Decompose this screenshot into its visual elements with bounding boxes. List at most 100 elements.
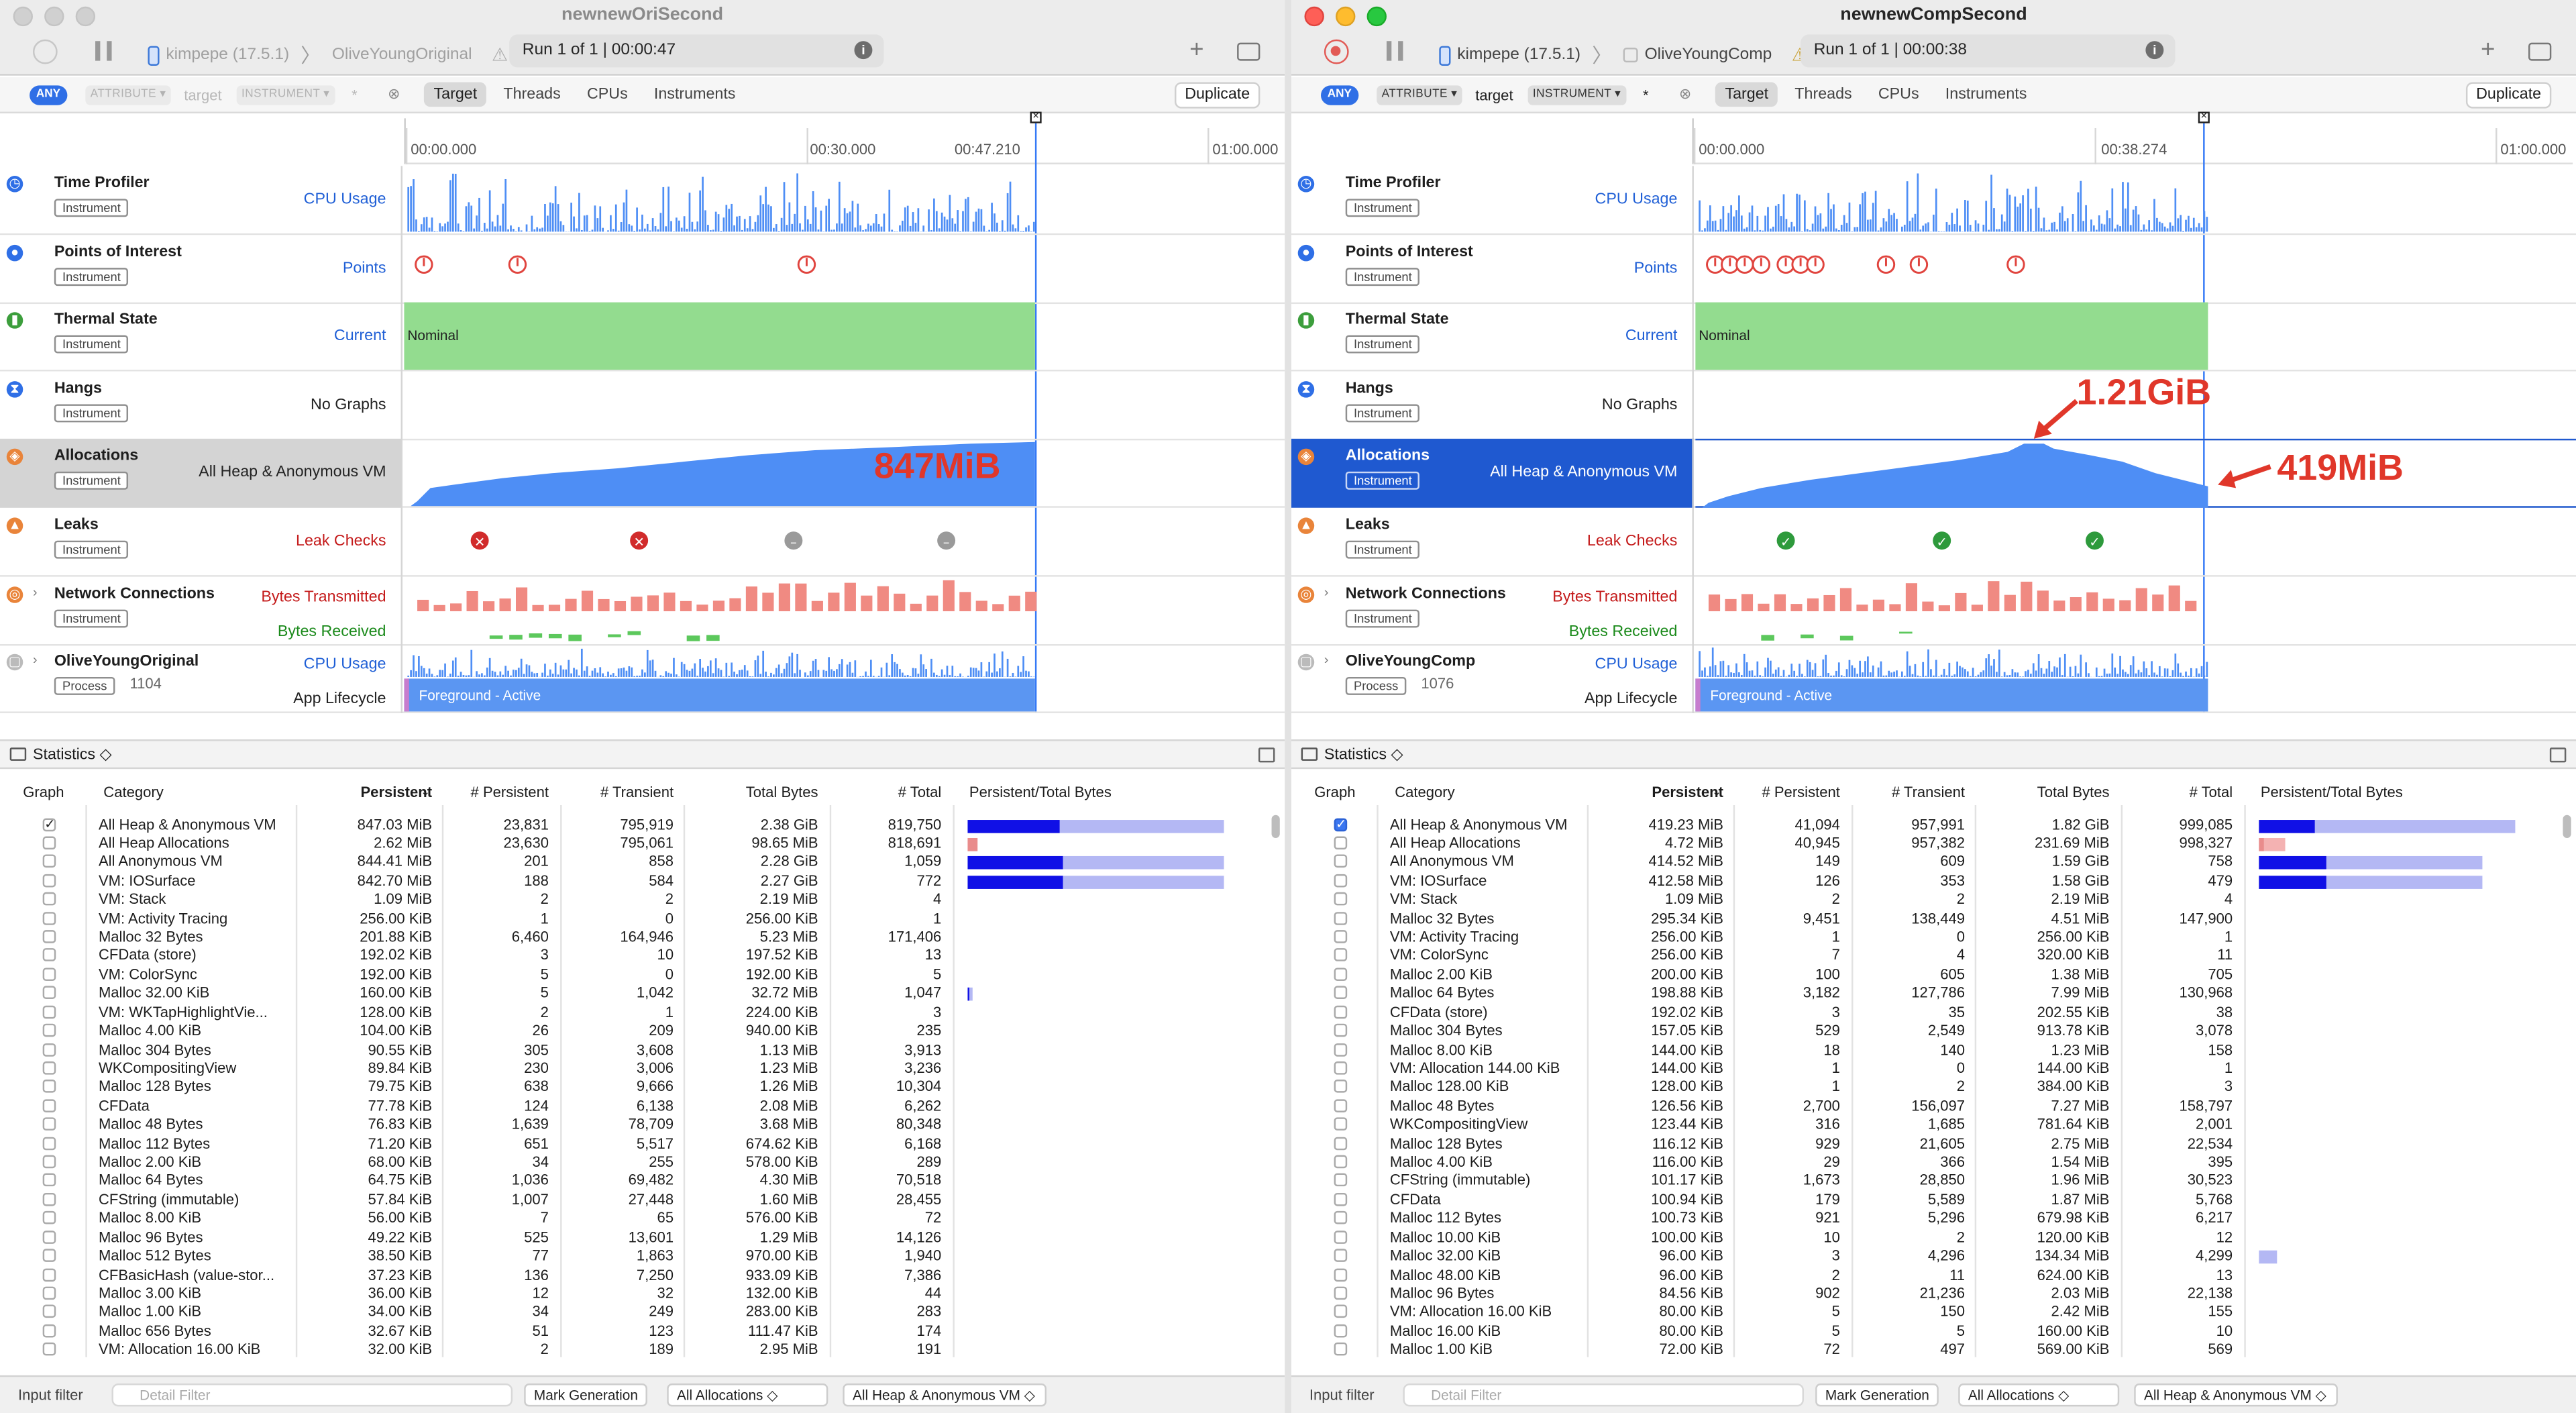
- instrument-chip[interactable]: INSTRUMENT ▾: [1527, 85, 1626, 105]
- graph-checkbox[interactable]: [1334, 949, 1348, 962]
- table-row[interactable]: Malloc 48.00 KiB 96.00 KiB 2 11 624.00 KiB 13: [1291, 1266, 2576, 1285]
- tab-target[interactable]: Target: [423, 82, 487, 107]
- track-process[interactable]: ▢ › OliveYoungComp Process 1076 CPU Usage App …: [1291, 644, 2576, 714]
- graph-checkbox[interactable]: [1334, 814, 1348, 833]
- table-row[interactable]: Malloc 128 Bytes 116.12 KiB 929 21,605 2.75 …: [1291, 1135, 2576, 1153]
- track-header[interactable]: ● Points of Interest Instrument Points: [0, 234, 403, 304]
- inspector-toggle-icon[interactable]: [2549, 747, 2567, 763]
- graph-checkbox[interactable]: [1334, 911, 1348, 925]
- track-header[interactable]: ◎ › Network Connections Instrument Bytes Tra…: [0, 576, 403, 645]
- lifecycle-bar[interactable]: Foreground - Active: [1695, 678, 2208, 712]
- graph-checkbox[interactable]: [42, 1286, 56, 1300]
- table-row[interactable]: All Heap Allocations 4.72 MiB 40,945 957,38…: [1291, 835, 2576, 853]
- thermal-state-bar[interactable]: Nominal: [404, 303, 1035, 370]
- graph-checkbox[interactable]: [42, 1305, 56, 1319]
- library-icon[interactable]: [2528, 42, 2552, 61]
- table-row[interactable]: VM: Activity Tracing 256.00 KiB 1 0 256.00 K…: [0, 910, 1285, 929]
- graph-checkbox[interactable]: [1334, 1042, 1348, 1056]
- playhead-handle[interactable]: ✕: [1030, 111, 1042, 123]
- table-row[interactable]: All Heap Allocations 2.62 MiB 23,630 795,06…: [0, 835, 1285, 853]
- table-row[interactable]: Malloc 16.00 KiB 80.00 KiB 5 5 160.00 KiB 10: [1291, 1322, 2576, 1341]
- track-points-of-interest[interactable]: ● Points of Interest Instrument Points: [0, 234, 1285, 304]
- track-header[interactable]: ◷ Time Profiler Instrument CPU Usage: [1291, 166, 1694, 235]
- table-row[interactable]: All Heap & Anonymous VM419.23 MiB41,0949…: [1291, 814, 2576, 835]
- track-header[interactable]: ◈ Allocations Instrument All Heap & Anonymo…: [1291, 439, 1694, 509]
- table-row[interactable]: Malloc 4.00 KiB 116.00 KiB 29 366 1.54 MiB 39…: [1291, 1153, 2576, 1172]
- duplicate-button[interactable]: Duplicate: [1175, 82, 1260, 109]
- track-header[interactable]: ⧗ Hangs Instrument No Graphs: [0, 370, 403, 440]
- column-header[interactable]: Graph: [1314, 784, 1355, 800]
- table-row[interactable]: Malloc 32.00 KiB 160.00 KiB 5 1,042 32.72 Mi…: [0, 985, 1285, 1004]
- graph-checkbox[interactable]: [42, 1155, 56, 1169]
- tab-instruments[interactable]: Instruments: [1935, 82, 2037, 107]
- any-filter-pill[interactable]: ANY: [1320, 85, 1358, 105]
- track-network-connections[interactable]: ◎ › Network Connections Instrument Bytes Tra…: [1291, 576, 2576, 645]
- track-time-profiler[interactable]: ◷ Time Profiler Instrument CPU Usage: [0, 166, 1285, 235]
- heap-type-select[interactable]: All Heap & Anonymous VM ◇: [2134, 1383, 2338, 1407]
- track-header[interactable]: ▮ Thermal State Instrument Current: [1291, 303, 1694, 372]
- track-type-badge[interactable]: Instrument: [54, 403, 129, 422]
- graph-checkbox[interactable]: [1334, 1267, 1348, 1281]
- graph-checkbox[interactable]: [42, 1080, 56, 1094]
- table-row[interactable]: CFData 77.78 KiB 124 6,138 2.08 MiB 6,262: [0, 1097, 1285, 1116]
- track-graph[interactable]: ✕ ✕ – –: [404, 508, 1285, 577]
- table-row[interactable]: VM: WKTapHighlightVie... 128.00 KiB 2 1 224.…: [0, 1004, 1285, 1023]
- track-type-badge[interactable]: Instrument: [1345, 403, 1421, 422]
- run-indicator[interactable]: Run 1 of 1 | 00:00:47 i: [509, 34, 884, 68]
- track-hangs[interactable]: ⧗ Hangs Instrument No Graphs: [1291, 370, 2576, 440]
- clear-filter-icon[interactable]: ⊗: [1679, 85, 1691, 103]
- table-row[interactable]: Malloc 32.00 KiB 96.00 KiB 3 4,296 134.34 Mi…: [1291, 1247, 2576, 1266]
- sort-chevron-icon[interactable]: ⌄: [1712, 786, 1721, 798]
- graph-checkbox[interactable]: [42, 930, 56, 943]
- scrollbar[interactable]: [2563, 815, 2571, 838]
- track-graph[interactable]: [404, 166, 1285, 235]
- attribute-chip[interactable]: ATTRIBUTE ▾: [85, 85, 171, 105]
- graph-checkbox[interactable]: [1334, 1173, 1348, 1188]
- graph-checkbox[interactable]: [42, 855, 56, 868]
- graph-checkbox[interactable]: [42, 911, 56, 925]
- track-header[interactable]: ▢ › OliveYoungComp Process 1076 CPU Usage App …: [1291, 644, 1694, 714]
- info-icon[interactable]: i: [854, 41, 873, 60]
- graph-checkbox[interactable]: [1334, 836, 1348, 849]
- table-row[interactable]: Malloc 304 Bytes 90.55 KiB 305 3,608 1.13 Mi…: [0, 1041, 1285, 1060]
- track-time-profiler[interactable]: ◷ Time Profiler Instrument CPU Usage: [1291, 166, 2576, 235]
- table-row[interactable]: Malloc 1.00 KiB 72.00 KiB 72 497 569.00 KiB 5…: [1291, 1341, 2576, 1357]
- column-header[interactable]: # Transient: [600, 784, 674, 800]
- table-row[interactable]: VM: IOSurface 842.70 MiB 188 584 2.27 GiB 772: [0, 872, 1285, 891]
- track-measure-label[interactable]: All Heap & Anonymous VM: [199, 464, 386, 482]
- tab-cpus[interactable]: CPUs: [577, 82, 637, 107]
- graph-checkbox[interactable]: [1334, 1249, 1348, 1263]
- tab-threads[interactable]: Threads: [494, 82, 571, 107]
- track-measure-label[interactable]: Points: [1634, 259, 1678, 277]
- graph-checkbox[interactable]: [1334, 967, 1348, 981]
- track-header[interactable]: ⧗ Hangs Instrument No Graphs: [1291, 370, 1694, 440]
- graph-checkbox[interactable]: [42, 1061, 56, 1075]
- scrollbar[interactable]: [1271, 815, 1280, 838]
- track-measure-label[interactable]: Bytes Transmitted: [1552, 588, 1677, 606]
- track-header[interactable]: ◷ Time Profiler Instrument CPU Usage: [0, 166, 403, 235]
- track-leaks[interactable]: ▲ Leaks Instrument Leak Checks ✕ ✕ – –: [0, 507, 1285, 577]
- graph-checkbox[interactable]: [42, 1136, 56, 1150]
- track-measure-label[interactable]: CPU Usage: [1595, 191, 1678, 209]
- disclosure-triangle-icon[interactable]: ›: [1324, 653, 1329, 668]
- track-header[interactable]: ▲ Leaks Instrument Leak Checks: [1291, 507, 1694, 577]
- table-row[interactable]: Malloc 8.00 KiB 56.00 KiB 7 65 576.00 KiB 72: [0, 1210, 1285, 1228]
- track-header[interactable]: ● Points of Interest Instrument Points: [1291, 234, 1694, 304]
- graph-checkbox[interactable]: [42, 836, 56, 849]
- table-row[interactable]: CFData (store) 192.02 KiB 3 35 202.55 KiB 38: [1291, 1004, 2576, 1023]
- table-row[interactable]: Malloc 4.00 KiB 104.00 KiB 26 209 940.00 KiB…: [0, 1023, 1285, 1041]
- column-header[interactable]: Persistent/Total Bytes: [2261, 784, 2403, 800]
- track-graph[interactable]: ✓ ✓ ✓: [1695, 508, 2576, 577]
- detail-filter-input[interactable]: Detail Filter: [1403, 1383, 1805, 1407]
- column-header[interactable]: Persistent/Total Bytes: [969, 784, 1112, 800]
- track-type-badge[interactable]: Instrument: [1345, 267, 1421, 286]
- pause-button[interactable]: [95, 41, 112, 61]
- track-type-badge[interactable]: Process: [1345, 677, 1407, 696]
- column-header[interactable]: Category: [103, 784, 163, 800]
- allocations-type-select[interactable]: All Allocations ◇: [667, 1383, 828, 1407]
- track-measure-label[interactable]: Bytes Transmitted: [261, 588, 386, 606]
- column-header[interactable]: # Total: [2190, 784, 2233, 800]
- graph-checkbox[interactable]: [1334, 1136, 1348, 1150]
- attribute-chip[interactable]: ATTRIBUTE ▾: [1377, 85, 1462, 105]
- track-type-badge[interactable]: Instrument: [54, 267, 129, 286]
